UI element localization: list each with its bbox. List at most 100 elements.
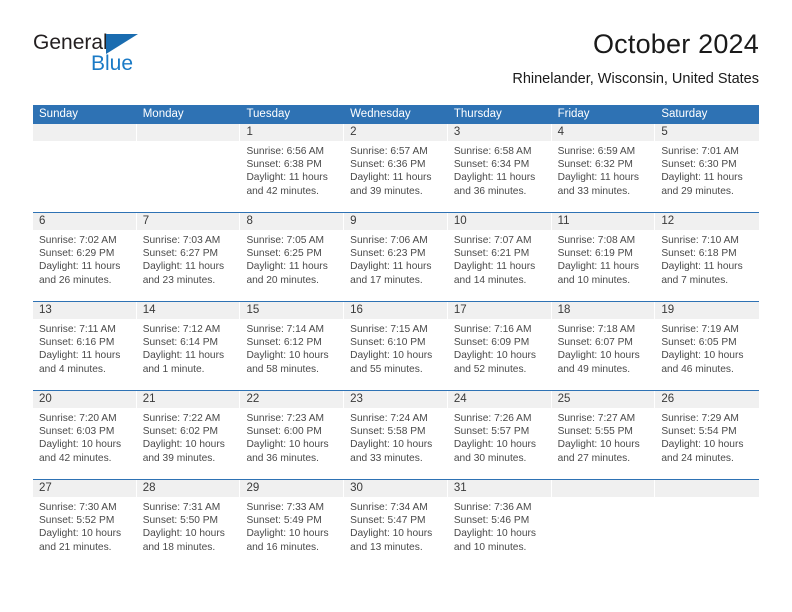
day-sunset-text: Sunset: 5:46 PM (453, 515, 530, 527)
weekday-header-thursday: Thursday (453, 108, 502, 120)
calendar-day-cell[interactable]: 20 Sunrise: 7:20 AM Sunset: 6:03 PM Dayligh… (33, 391, 137, 479)
calendar-day-cell[interactable]: 1 Sunrise: 6:56 AM Sunset: 6:38 PM Daylight… (240, 124, 345, 212)
day-number: 27 (39, 482, 52, 494)
day-sunrise-text: Sunrise: 7:10 AM (661, 235, 739, 246)
day-number-band (33, 124, 137, 141)
day-number-band (136, 124, 241, 141)
day-number-band: 3 (447, 124, 552, 141)
calendar-day-cell[interactable]: 17 Sunrise: 7:16 AM Sunset: 6:09 PM Dayligh… (447, 302, 552, 390)
calendar-day-cell[interactable]: 25 Sunrise: 7:27 AM Sunset: 5:55 PM Dayligh… (551, 391, 656, 479)
day-sunrise-text: Sunrise: 7:24 AM (350, 413, 428, 424)
day-sunset-text: Sunset: 5:58 PM (350, 426, 426, 438)
calendar-day-cell[interactable]: 22 Sunrise: 7:23 AM Sunset: 6:00 PM Dayligh… (240, 391, 345, 479)
calendar-day-cell[interactable]: 13 Sunrise: 7:11 AM Sunset: 6:16 PM Dayligh… (33, 302, 137, 390)
calendar-day-cell[interactable]: 27 Sunrise: 7:30 AM Sunset: 5:52 PM Dayligh… (33, 480, 137, 568)
day-details: Sunrise: 7:07 AM Sunset: 6:21 PM Daylight:… (448, 230, 552, 287)
day-number: 11 (557, 215, 570, 227)
day-number-band: 10 (447, 213, 552, 230)
calendar-day-cell[interactable]: 24 Sunrise: 7:26 AM Sunset: 5:57 PM Dayligh… (447, 391, 552, 479)
day-number: 2 (350, 126, 357, 138)
day-sunset-text: Sunset: 6:03 PM (39, 426, 115, 438)
day-details: Sunrise: 7:36 AM Sunset: 5:46 PM Daylight:… (448, 497, 552, 554)
day-daylight-text: Daylight: 11 hours and 7 minutes. (661, 261, 743, 286)
weekday-header-tuesday: Tuesday (246, 108, 291, 120)
weekday-header-sunday: Sunday (39, 108, 79, 120)
day-sunset-text: Sunset: 5:54 PM (661, 426, 737, 438)
day-details: Sunrise: 6:57 AM Sunset: 6:36 PM Daylight:… (344, 141, 448, 198)
day-sunset-text: Sunset: 6:05 PM (661, 337, 737, 349)
day-number-band: 19 (655, 302, 760, 319)
calendar-week-inner: 27 Sunrise: 7:30 AM Sunset: 5:52 PM Dayligh… (33, 480, 760, 568)
day-number: 8 (246, 215, 253, 227)
day-number-band: 22 (240, 391, 345, 408)
weekday-header-row: Sunday Monday Tuesday Wednesday Thursday… (33, 105, 759, 124)
day-details: Sunrise: 7:23 AM Sunset: 6:00 PM Daylight:… (240, 408, 344, 465)
day-details: Sunrise: 7:02 AM Sunset: 6:29 PM Daylight:… (33, 230, 137, 287)
calendar-week-inner: 1 Sunrise: 6:56 AM Sunset: 6:38 PM Daylight… (33, 124, 760, 212)
calendar-day-cell[interactable]: 19 Sunrise: 7:19 AM Sunset: 6:05 PM Dayligh… (655, 302, 760, 390)
day-details: Sunrise: 7:34 AM Sunset: 5:47 PM Daylight:… (344, 497, 448, 554)
calendar-week-row: 6 Sunrise: 7:02 AM Sunset: 6:29 PM Daylight… (33, 212, 760, 301)
day-number: 22 (246, 393, 260, 405)
day-number-band (551, 480, 656, 497)
day-sunrise-text: Sunrise: 7:27 AM (557, 413, 636, 424)
day-sunrise-text: Sunrise: 6:57 AM (350, 146, 428, 157)
day-details: Sunrise: 7:10 AM Sunset: 6:18 PM Daylight:… (655, 230, 759, 287)
day-sunrise-text: Sunrise: 7:31 AM (142, 502, 221, 513)
day-sunset-text: Sunset: 6:16 PM (39, 337, 115, 349)
calendar-week-row: 13 Sunrise: 7:11 AM Sunset: 6:16 PM Dayligh… (33, 301, 760, 390)
calendar-day-cell[interactable]: 10 Sunrise: 7:07 AM Sunset: 6:21 PM Dayligh… (447, 213, 552, 301)
day-number-band: 26 (655, 391, 760, 408)
calendar-day-cell[interactable]: 15 Sunrise: 7:14 AM Sunset: 6:12 PM Dayligh… (240, 302, 345, 390)
day-details: Sunrise: 7:08 AM Sunset: 6:19 PM Daylight:… (552, 230, 656, 287)
calendar-day-cell[interactable]: 29 Sunrise: 7:33 AM Sunset: 5:49 PM Dayligh… (240, 480, 345, 568)
page-subtitle: Rhinelander, Wisconsin, United States (512, 71, 759, 87)
calendar-day-cell[interactable]: 14 Sunrise: 7:12 AM Sunset: 6:14 PM Dayligh… (136, 302, 241, 390)
day-sunset-text: Sunset: 6:32 PM (557, 159, 633, 171)
calendar-week-inner: 13 Sunrise: 7:11 AM Sunset: 6:16 PM Dayligh… (33, 302, 760, 390)
calendar-day-cell[interactable]: 31 Sunrise: 7:36 AM Sunset: 5:46 PM Dayligh… (447, 480, 552, 568)
day-sunset-text: Sunset: 6:12 PM (246, 337, 322, 349)
day-number-band: 7 (136, 213, 241, 230)
calendar-day-cell[interactable]: 5 Sunrise: 7:01 AM Sunset: 6:30 PM Daylight… (655, 124, 760, 212)
calendar-day-cell[interactable]: 11 Sunrise: 7:08 AM Sunset: 6:19 PM Dayligh… (551, 213, 656, 301)
day-daylight-text: Daylight: 10 hours and 58 minutes. (246, 350, 329, 375)
day-details: Sunrise: 7:30 AM Sunset: 5:52 PM Daylight:… (33, 497, 137, 554)
day-daylight-text: Daylight: 10 hours and 49 minutes. (557, 350, 640, 375)
day-daylight-text: Daylight: 11 hours and 14 minutes. (453, 261, 536, 286)
calendar-day-cell[interactable]: 23 Sunrise: 7:24 AM Sunset: 5:58 PM Dayligh… (344, 391, 448, 479)
calendar-day-cell[interactable]: 28 Sunrise: 7:31 AM Sunset: 5:50 PM Dayligh… (136, 480, 241, 568)
weekday-header-saturday: Saturday (661, 108, 708, 120)
calendar-day-cell[interactable]: 18 Sunrise: 7:18 AM Sunset: 6:07 PM Dayligh… (551, 302, 656, 390)
calendar-day-cell[interactable]: 16 Sunrise: 7:15 AM Sunset: 6:10 PM Dayligh… (344, 302, 448, 390)
day-sunset-text: Sunset: 6:00 PM (246, 426, 322, 438)
calendar-day-cell[interactable]: 6 Sunrise: 7:02 AM Sunset: 6:29 PM Daylight… (33, 213, 137, 301)
calendar-day-cell[interactable]: 3 Sunrise: 6:58 AM Sunset: 6:34 PM Daylight… (447, 124, 552, 212)
day-details: Sunrise: 7:03 AM Sunset: 6:27 PM Daylight:… (137, 230, 241, 287)
day-sunset-text: Sunset: 6:19 PM (557, 248, 633, 260)
calendar-day-cell[interactable]: 26 Sunrise: 7:29 AM Sunset: 5:54 PM Dayligh… (655, 391, 760, 479)
day-daylight-text: Daylight: 10 hours and 13 minutes. (350, 528, 433, 553)
calendar-day-cell[interactable]: 2 Sunrise: 6:57 AM Sunset: 6:36 PM Daylight… (344, 124, 448, 212)
day-number-band: 12 (655, 213, 760, 230)
day-number-band: 21 (136, 391, 241, 408)
general-blue-logo[interactable]: General Blue (33, 32, 233, 92)
day-sunrise-text: Sunrise: 7:22 AM (142, 413, 221, 424)
day-number-band: 16 (344, 302, 448, 319)
calendar-week-row: 20 Sunrise: 7:20 AM Sunset: 6:03 PM Dayligh… (33, 390, 760, 479)
calendar-day-cell[interactable]: 30 Sunrise: 7:34 AM Sunset: 5:47 PM Dayligh… (344, 480, 448, 568)
calendar-day-cell[interactable]: 21 Sunrise: 7:22 AM Sunset: 6:02 PM Dayligh… (136, 391, 241, 479)
day-sunset-text: Sunset: 5:52 PM (39, 515, 115, 527)
calendar-day-cell[interactable]: 9 Sunrise: 7:06 AM Sunset: 6:23 PM Daylight… (344, 213, 448, 301)
calendar-day-cell[interactable]: 8 Sunrise: 7:05 AM Sunset: 6:25 PM Daylight… (240, 213, 345, 301)
calendar-day-cell[interactable]: 12 Sunrise: 7:10 AM Sunset: 6:18 PM Dayligh… (655, 213, 760, 301)
day-sunset-text: Sunset: 6:38 PM (246, 159, 322, 171)
title-block: October 2024 Rhinelander, Wisconsin, Uni… (512, 28, 759, 89)
calendar-day-cell[interactable]: 4 Sunrise: 6:59 AM Sunset: 6:32 PM Daylight… (551, 124, 656, 212)
day-daylight-text: Daylight: 10 hours and 18 minutes. (142, 528, 225, 553)
day-details: Sunrise: 7:16 AM Sunset: 6:09 PM Daylight:… (448, 319, 552, 376)
day-sunset-text: Sunset: 5:47 PM (350, 515, 426, 527)
day-daylight-text: Daylight: 11 hours and 1 minute. (142, 350, 225, 375)
calendar-day-cell[interactable]: 7 Sunrise: 7:03 AM Sunset: 6:27 PM Daylight… (136, 213, 241, 301)
day-number-band: 8 (240, 213, 345, 230)
